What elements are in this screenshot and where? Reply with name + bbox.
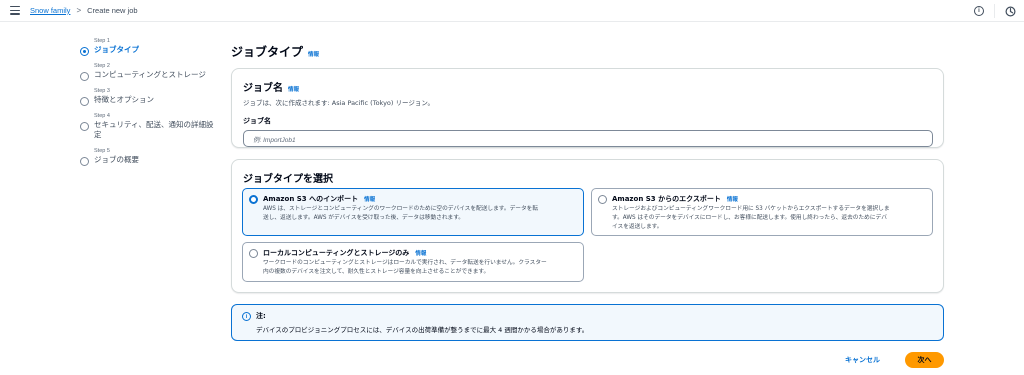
option-export-from-s3[interactable]: Amazon S3 からのエクスポート 情報 ストレージおよびコンピューティング… [591, 188, 933, 236]
step-indicator-icon [80, 97, 89, 106]
notification-icon[interactable] [1005, 5, 1016, 17]
option-title: Amazon S3 へのインポート 情報 [263, 194, 577, 204]
radio-button[interactable] [249, 195, 258, 204]
cancel-button[interactable]: キャンセル [845, 355, 880, 365]
option-description-line: 送し、返送します。AWS がデバイスを受け取った後、データは移動されます。 [263, 215, 464, 221]
top-right-tools: i [974, 4, 1016, 18]
alert-body: デバイスのプロビジョニングプロセスには、デバイスの出荷準備が整うまでに最大 4 … [256, 326, 589, 334]
step-title: ジョブタイプ [94, 45, 139, 54]
breadcrumb-current: Create new job [87, 6, 138, 15]
radio-button[interactable] [249, 249, 258, 258]
radio-button[interactable] [598, 195, 607, 204]
info-circle-icon[interactable]: i [974, 6, 984, 16]
info-alert: i 注: デバイスのプロビジョニングプロセスには、デバイスの出荷準備が整うまでに… [231, 304, 944, 341]
info-circle-icon: i [242, 312, 251, 321]
wizard-steps: Step 1 ジョブタイプ Step 2 コンピューティングとストレージ Ste… [80, 38, 220, 173]
option-import-to-s3[interactable]: Amazon S3 へのインポート 情報 AWS は、ストレージとコンピューティ… [242, 188, 584, 236]
option-title-text: Amazon S3 からのエクスポート [612, 195, 721, 203]
info-link[interactable]: 情報 [727, 195, 738, 203]
panel-title: ジョブ名 [243, 83, 283, 94]
job-name-label: ジョブ名 [243, 117, 271, 125]
info-link[interactable]: 情報 [364, 195, 375, 203]
step-1[interactable]: Step 1 ジョブタイプ [80, 38, 220, 56]
job-name-input[interactable]: 例: ImportJob1 [243, 130, 933, 147]
option-description-line: す。AWS はそのデータをデバイスにロードし、お客様に配送します。使用し終わった… [612, 215, 887, 221]
panel-description: ジョブは、次に作成されます: Asia Pacific (Tokyo) リージョ… [243, 99, 434, 107]
info-link[interactable]: 情報 [288, 85, 299, 93]
info-link[interactable]: 情報 [308, 50, 319, 58]
step-indicator-icon [80, 72, 89, 81]
step-2[interactable]: Step 2 コンピューティングとストレージ [80, 63, 220, 81]
step-indicator-icon [80, 157, 89, 166]
chevron-right-icon: > [76, 6, 82, 15]
panel-header: ジョブ名 情報 [243, 79, 932, 94]
breadcrumb: Snow family > Create new job [30, 6, 138, 15]
top-navigation-bar: Snow family > Create new job i [0, 0, 1024, 22]
step-5[interactable]: Step 5 ジョブの概要 [80, 148, 220, 166]
option-description: AWS は、ストレージとコンピューティングのワークロードのために空のデバイスを配… [263, 205, 577, 223]
job-name-panel: ジョブ名 情報 ジョブは、次に作成されます: Asia Pacific (Tok… [231, 68, 944, 148]
option-description-line: ストレージおよびコンピューティングワークロード用に S3 バケットからエクスポー… [612, 206, 890, 212]
step-3[interactable]: Step 3 特徴とオプション [80, 88, 220, 106]
option-description-line: ワークロードのコンピューティングとストレージはローカルで実行され、データ転送を行… [263, 260, 547, 266]
step-number: Step 1 [94, 38, 110, 44]
menu-icon[interactable] [10, 6, 20, 15]
page-heading: ジョブタイプ [231, 45, 304, 59]
step-title: コンピューティングとストレージ [94, 70, 206, 79]
job-type-panel: ジョブタイプを選択 Amazon S3 へのインポート 情報 AWS は、ストレ… [231, 159, 944, 293]
step-number: Step 3 [94, 88, 110, 94]
option-description: ストレージおよびコンピューティングワークロード用に S3 バケットからエクスポー… [612, 205, 926, 232]
step-title: セキュリティ、配送、通知の詳細設定 [94, 120, 214, 139]
option-description-line: イスを返送します。 [612, 224, 663, 230]
panel-header: ジョブタイプを選択 [243, 170, 333, 185]
option-title: Amazon S3 からのエクスポート 情報 [612, 194, 926, 204]
option-description-line: 内の複数のデバイスを注文して、耐久性とストレージ容量を向上させることができます。 [263, 269, 490, 275]
next-button[interactable]: 次へ [905, 352, 944, 368]
option-local-compute-storage[interactable]: ローカルコンピューティングとストレージのみ 情報 ワークロードのコンピューティン… [242, 242, 584, 282]
option-description: ワークロードのコンピューティングとストレージはローカルで実行され、データ転送を行… [263, 259, 577, 277]
option-description-line: AWS は、ストレージとコンピューティングのワークロードのために空のデバイスを配… [263, 206, 539, 212]
info-link[interactable]: 情報 [415, 249, 426, 257]
step-title: ジョブの概要 [94, 155, 139, 164]
option-title-text: ローカルコンピューティングとストレージのみ [263, 249, 410, 257]
option-title: ローカルコンピューティングとストレージのみ 情報 [263, 248, 577, 258]
step-number: Step 4 [94, 113, 110, 119]
step-indicator-icon [80, 47, 89, 56]
panel-title: ジョブタイプを選択 [243, 174, 333, 185]
divider [994, 4, 995, 18]
step-number: Step 2 [94, 63, 110, 69]
option-title-text: Amazon S3 へのインポート [263, 195, 359, 203]
page-title: ジョブタイプ 情報 [231, 43, 319, 60]
step-4[interactable]: Step 4 セキュリティ、配送、通知の詳細設定 [80, 113, 220, 140]
step-indicator-icon [80, 122, 89, 131]
alert-title: 注: [256, 312, 266, 320]
step-title: 特徴とオプション [94, 95, 154, 104]
breadcrumb-snow-family[interactable]: Snow family [30, 6, 70, 15]
step-number: Step 5 [94, 148, 110, 154]
